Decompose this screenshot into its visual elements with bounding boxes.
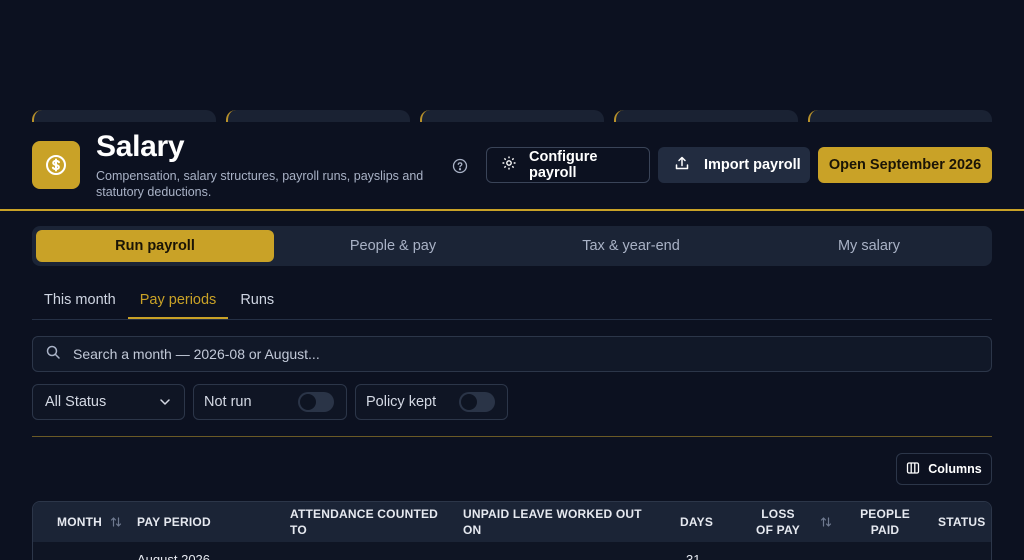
open-period-label: Open September 2026: [828, 157, 982, 173]
upload-icon: [674, 155, 704, 175]
summary-cards-strip: [32, 110, 992, 122]
not-run-label: Not run: [204, 394, 252, 410]
pay-periods-table: Month Pay period Attendance counted to U…: [32, 501, 992, 560]
import-payroll-label: Import payroll: [704, 157, 801, 173]
search-bar: [32, 336, 992, 372]
summary-card: [808, 110, 992, 122]
policy-kept-label: Policy kept: [366, 394, 437, 410]
search-icon: [45, 344, 73, 365]
tab-this-month[interactable]: This month: [32, 282, 128, 319]
col-loss-of-pay[interactable]: Loss of pay: [752, 502, 832, 542]
page-header: Salary Compensation, salary structures, …: [0, 122, 1024, 211]
col-attendance: Attendance counted to: [290, 507, 439, 537]
tab-run-payroll[interactable]: Run payroll: [36, 230, 274, 262]
search-input[interactable]: [73, 346, 953, 362]
help-icon[interactable]: [452, 158, 468, 174]
columns-icon: [906, 461, 928, 478]
col-people-paid: People paid: [860, 507, 910, 537]
columns-button[interactable]: Columns: [896, 453, 992, 485]
col-month-label: Month: [57, 515, 102, 529]
table-header: Month Pay period Attendance counted to U…: [33, 502, 991, 542]
page-title: Salary: [96, 130, 185, 163]
status-filter-value: All Status: [45, 394, 107, 410]
status-filter-select[interactable]: All Status: [32, 384, 185, 420]
sort-icon: [110, 516, 122, 528]
col-status: Status: [938, 515, 986, 529]
configure-payroll-button[interactable]: Configure payroll: [486, 147, 650, 183]
row-pay-period: August 2026: [137, 552, 211, 560]
summary-card: [420, 110, 604, 122]
table-row[interactable]: August 2026 31: [33, 542, 991, 560]
summary-card: [614, 110, 798, 122]
sort-icon: [820, 516, 832, 528]
col-days: Days: [680, 515, 714, 529]
tab-pay-periods[interactable]: Pay periods: [127, 282, 229, 319]
page-subtitle: Compensation, salary structures, payroll…: [96, 169, 424, 199]
tab-my-salary[interactable]: My salary: [750, 230, 988, 262]
import-payroll-button[interactable]: Import payroll: [658, 147, 810, 183]
columns-label: Columns: [928, 462, 982, 476]
col-pay-period: Pay period: [137, 515, 211, 529]
tab-people-pay[interactable]: People & pay: [274, 230, 512, 262]
col-loss-of-pay-label: Loss of pay: [756, 507, 800, 537]
policy-kept-filter: Policy kept: [355, 384, 508, 420]
section-divider: [32, 436, 992, 437]
chevron-down-icon: [158, 395, 172, 409]
row-days: 31: [686, 552, 701, 560]
configure-payroll-label: Configure payroll: [529, 149, 598, 181]
summary-card: [226, 110, 410, 122]
open-period-button[interactable]: Open September 2026: [818, 147, 992, 183]
dollar-coin-icon: [32, 141, 80, 189]
col-month[interactable]: Month: [57, 502, 122, 542]
sub-tabs: This month Pay periods Runs: [32, 282, 992, 320]
summary-card: [32, 110, 216, 122]
main-tabs: Run payroll People & pay Tax & year-end …: [32, 226, 992, 266]
gear-icon: [501, 155, 529, 175]
tab-runs[interactable]: Runs: [228, 282, 286, 319]
policy-kept-toggle[interactable]: [459, 392, 495, 412]
not-run-filter: Not run: [193, 384, 347, 420]
col-unpaid-leave: Unpaid leave worked out on: [463, 507, 642, 537]
not-run-toggle[interactable]: [298, 392, 334, 412]
tab-tax-year-end[interactable]: Tax & year-end: [512, 230, 750, 262]
